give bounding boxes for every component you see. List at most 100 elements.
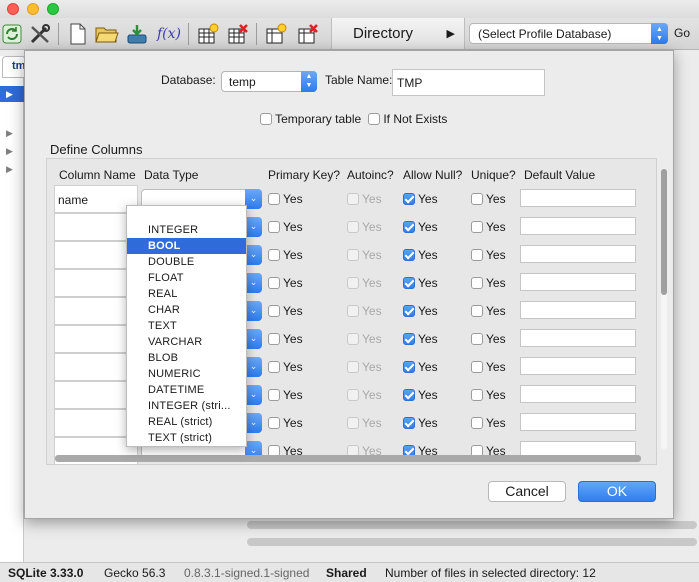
checkbox-icon [471, 277, 483, 289]
unique-checkbox[interactable]: Yes [471, 220, 506, 234]
directory-button[interactable]: Directory ▶ [331, 18, 465, 49]
open-database-button[interactable] [95, 22, 119, 46]
unique-checkbox[interactable]: Yes [471, 192, 506, 206]
refresh-button[interactable] [0, 22, 24, 46]
tree-expand-icon[interactable]: ▶ [6, 164, 13, 175]
unique-checkbox[interactable]: Yes [471, 276, 506, 290]
drop-index-button[interactable] [296, 22, 320, 46]
default-value-input[interactable] [520, 357, 636, 375]
data-type-option[interactable]: TEXT (strict) [127, 430, 246, 446]
primary-key-checkbox[interactable]: Yes [268, 192, 303, 206]
zoom-window-button[interactable] [47, 3, 59, 15]
primary-key-checkbox[interactable]: Yes [268, 416, 303, 430]
default-value-input[interactable] [520, 245, 636, 263]
new-database-button[interactable] [66, 22, 90, 46]
data-type-option[interactable]: NUMERIC [127, 366, 246, 382]
default-value-header: Default Value [524, 168, 596, 182]
data-type-option[interactable]: REAL [127, 286, 246, 302]
go-button[interactable]: Go [674, 26, 690, 40]
yes-label: Yes [486, 192, 506, 206]
cancel-button[interactable]: Cancel [488, 481, 566, 502]
checkbox-icon [471, 305, 483, 317]
create-index-button[interactable] [264, 22, 288, 46]
yes-label: Yes [418, 220, 438, 234]
default-value-input[interactable] [520, 385, 636, 403]
main-toolbar: f(x) Directory ▶ (Select Profile Databas… [0, 18, 699, 50]
data-type-dropdown: INTEGER BOOL DOUBLE FLOAT REAL CHAR TEXT VARCHA… [126, 205, 247, 447]
unique-checkbox[interactable]: Yes [471, 332, 506, 346]
primary-key-checkbox[interactable]: Yes [268, 332, 303, 346]
yes-label: Yes [362, 192, 382, 206]
allow-null-checkbox[interactable]: Yes [403, 220, 438, 234]
default-value-input[interactable] [520, 273, 636, 291]
drop-table-icon [228, 24, 248, 44]
close-window-button[interactable] [7, 3, 19, 15]
unique-checkbox[interactable]: Yes [471, 360, 506, 374]
allow-null-checkbox[interactable]: Yes [403, 332, 438, 346]
if-not-exists-checkbox[interactable]: If Not Exists [368, 112, 447, 126]
vertical-scrollbar-thumb[interactable] [661, 169, 667, 295]
data-type-option[interactable]: INTEGER (stri... [127, 398, 246, 414]
autoinc-checkbox: Yes [347, 332, 382, 346]
unique-checkbox[interactable]: Yes [471, 388, 506, 402]
checkbox-icon [268, 193, 280, 205]
tree-expand-icon[interactable]: ▶ [6, 146, 13, 157]
data-type-option[interactable]: DOUBLE [127, 254, 246, 270]
functions-button[interactable]: f(x) [155, 22, 183, 46]
primary-key-checkbox[interactable]: Yes [268, 248, 303, 262]
data-type-header: Data Type [144, 168, 199, 182]
temporary-table-label: Temporary table [275, 112, 362, 126]
database-tab[interactable]: tm [2, 56, 26, 78]
database-select[interactable]: temp ▲ ▼ [221, 71, 317, 92]
data-type-option[interactable]: FLOAT [127, 270, 246, 286]
data-type-option[interactable]: REAL (strict) [127, 414, 246, 430]
unique-checkbox[interactable]: Yes [471, 416, 506, 430]
data-type-option[interactable]: CHAR [127, 302, 246, 318]
temporary-table-checkbox[interactable]: Temporary table [260, 112, 361, 126]
yes-label: Yes [418, 192, 438, 206]
tree-expand-icon[interactable]: ▶ [6, 128, 13, 139]
data-type-option[interactable]: BOOL [127, 238, 246, 254]
data-type-option[interactable]: BLOB [127, 350, 246, 366]
ok-button[interactable]: OK [578, 481, 656, 502]
allow-null-checkbox[interactable]: Yes [403, 192, 438, 206]
default-value-input[interactable] [520, 301, 636, 319]
profile-select-value: (Select Profile Database) [478, 27, 612, 41]
default-value-input[interactable] [520, 217, 636, 235]
allow-null-checkbox[interactable]: Yes [403, 248, 438, 262]
drop-table-button[interactable] [226, 22, 250, 46]
data-type-option[interactable]: TEXT [127, 318, 246, 334]
default-value-input[interactable] [520, 189, 636, 207]
tree-expand-icon: ▶ [6, 89, 13, 99]
default-value-input[interactable] [520, 329, 636, 347]
export-database-button[interactable] [125, 22, 149, 46]
tools-button[interactable] [28, 22, 52, 46]
minimize-window-button[interactable] [27, 3, 39, 15]
horizontal-scrollbar[interactable] [247, 538, 697, 546]
unique-checkbox[interactable]: Yes [471, 248, 506, 262]
data-type-option[interactable]: DATETIME [127, 382, 246, 398]
horizontal-scrollbar-thumb[interactable] [55, 455, 641, 462]
data-type-option[interactable]: VARCHAR [127, 334, 246, 350]
chevron-updown-icon: ▲ ▼ [651, 23, 668, 44]
horizontal-scrollbar[interactable] [247, 521, 697, 529]
allow-null-checkbox[interactable]: Yes [403, 360, 438, 374]
data-type-option[interactable]: INTEGER [127, 222, 246, 238]
yes-label: Yes [362, 360, 382, 374]
primary-key-checkbox[interactable]: Yes [268, 276, 303, 290]
primary-key-checkbox[interactable]: Yes [268, 360, 303, 374]
unique-checkbox[interactable]: Yes [471, 304, 506, 318]
tree-selected-row[interactable]: ▶ [0, 86, 24, 102]
primary-key-checkbox[interactable]: Yes [268, 220, 303, 234]
allow-null-checkbox[interactable]: Yes [403, 276, 438, 290]
allow-null-checkbox[interactable]: Yes [403, 388, 438, 402]
primary-key-checkbox[interactable]: Yes [268, 304, 303, 318]
create-table-button[interactable] [196, 22, 220, 46]
default-value-input[interactable] [520, 413, 636, 431]
allow-null-checkbox[interactable]: Yes [403, 416, 438, 430]
yes-label: Yes [283, 332, 303, 346]
profile-database-select[interactable]: (Select Profile Database) ▲ ▼ [469, 23, 668, 44]
table-name-input[interactable]: TMP [392, 69, 545, 96]
primary-key-checkbox[interactable]: Yes [268, 388, 303, 402]
allow-null-checkbox[interactable]: Yes [403, 304, 438, 318]
